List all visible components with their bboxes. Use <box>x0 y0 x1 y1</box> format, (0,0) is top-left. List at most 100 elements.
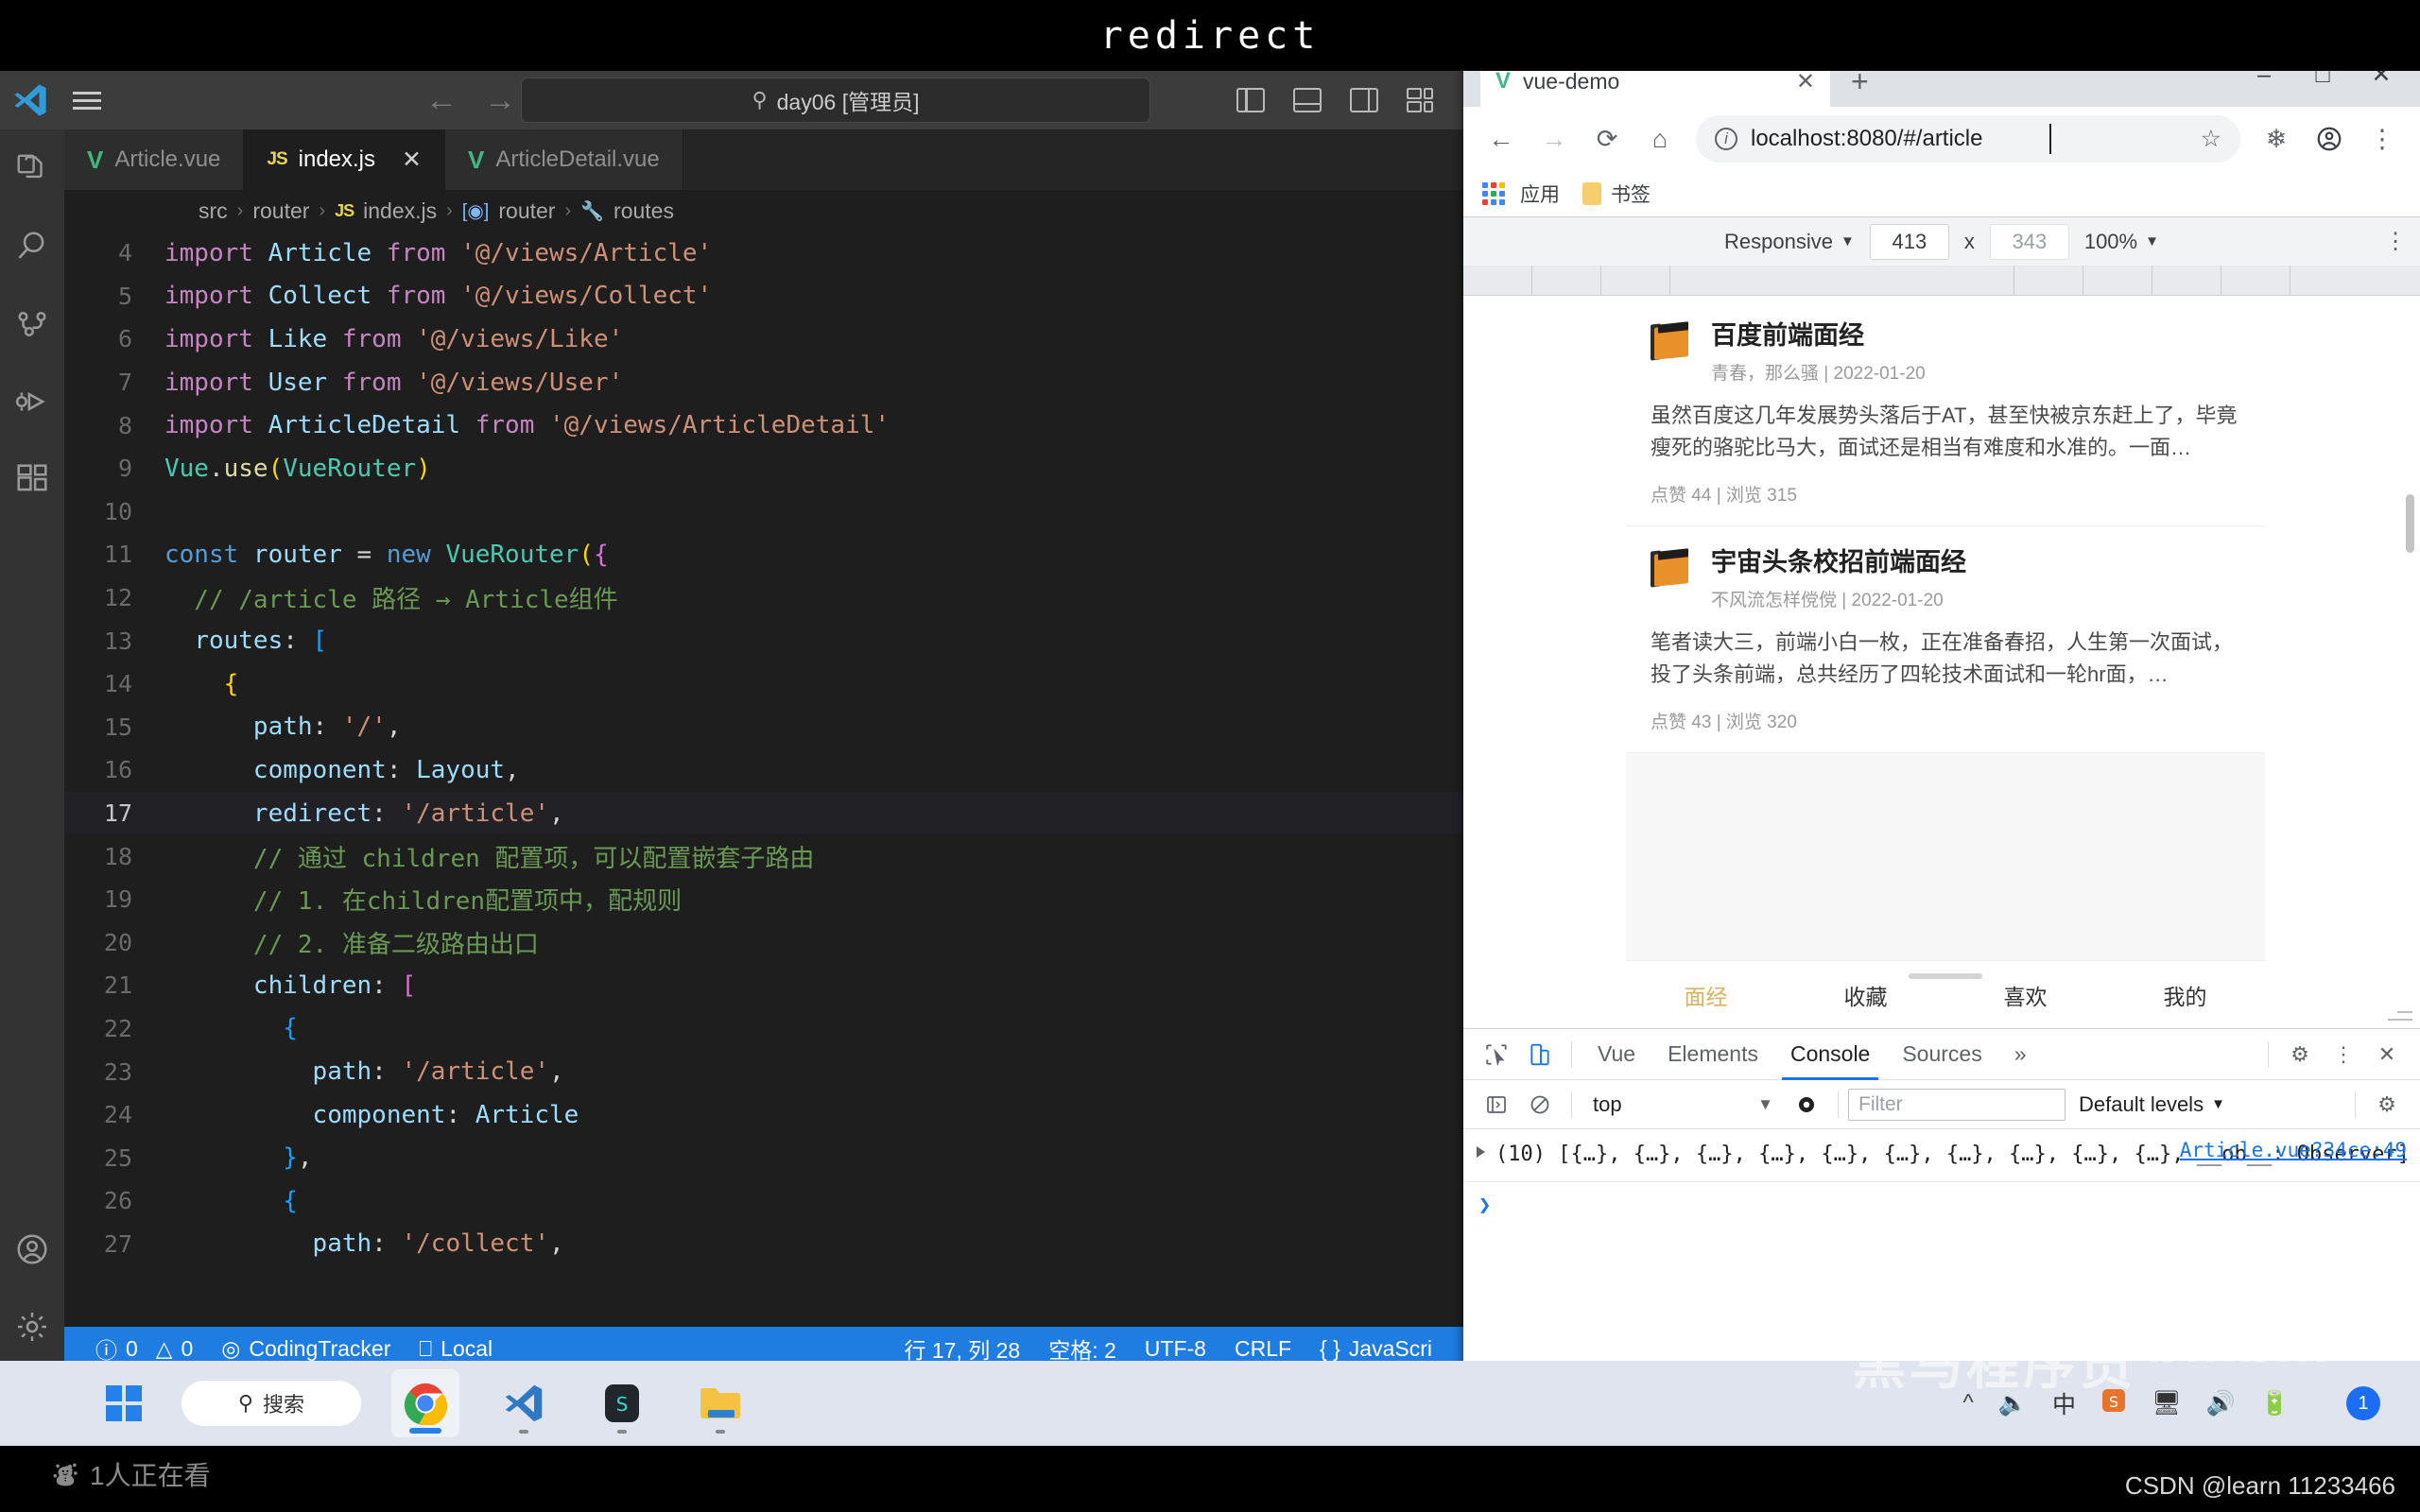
editor-tab-index-js[interactable]: JS index.js ✕ <box>244 129 445 190</box>
code-line[interactable]: 7 import User from '@/views/User' <box>64 361 1463 404</box>
device-height-input[interactable] <box>1989 223 2069 260</box>
browser-tab-vue-demo[interactable]: V vue-demo ✕ <box>1480 71 1830 107</box>
microphone-icon[interactable]: 🔈 <box>1998 1390 2028 1418</box>
editor-tab-articledetail-vue[interactable]: V ArticleDetail.vue <box>444 129 683 190</box>
clear-console-icon[interactable] <box>1518 1084 1562 1125</box>
code-line[interactable]: 4 import Article from '@/views/Article' <box>64 232 1463 275</box>
arrow-left-icon[interactable]: ← <box>1475 112 1528 165</box>
devtools-tab-console[interactable]: Console <box>1774 1029 1886 1080</box>
code-line[interactable]: 23 path: '/article', <box>64 1050 1463 1093</box>
bookmark-apps[interactable]: 应用 <box>1520 180 1560 208</box>
notification-badge[interactable]: 1 <box>2346 1386 2380 1420</box>
devtools-tab-elements[interactable]: Elements <box>1651 1029 1774 1080</box>
console-message-source[interactable]: Article.vue?34ce:49 <box>2180 1137 2407 1164</box>
code-line[interactable]: 20 // 2. 准备二级路由出口 <box>64 921 1463 965</box>
sogou-input-icon[interactable]: S <box>2100 1387 2127 1420</box>
console-message[interactable]: Article.vue?34ce:49 (10) [{…}, {…}, {…},… <box>1463 1129 2420 1182</box>
toggle-secondary-sidebar-icon[interactable] <box>1350 88 1378 112</box>
taskbar-app-file-explorer[interactable] <box>686 1369 754 1437</box>
battery-icon[interactable]: 🔋 <box>2260 1390 2290 1418</box>
search-icon[interactable] <box>13 228 51 266</box>
console-filter-input[interactable]: Filter <box>1848 1088 2066 1121</box>
console-context-selector[interactable]: top ▼ <box>1582 1092 1785 1117</box>
status-coding-tracker[interactable]: ◎ CodingTracker <box>207 1336 405 1362</box>
code-line[interactable]: 15 path: '/', <box>64 706 1463 749</box>
app-tab-shoucang[interactable]: 收藏 <box>1786 979 1945 1011</box>
breadcrumb-item-router-symbol[interactable]: router <box>498 198 555 224</box>
puzzle-icon[interactable]: ❄ <box>2250 112 2303 165</box>
article-card[interactable]: 百度前端面经 青春，那么骚 | 2022-01-20 虽然百度这几年发展势头落后… <box>1626 296 2265 526</box>
breadcrumb-item-routes[interactable]: routes <box>614 198 674 224</box>
devtools-tab-sources[interactable]: Sources <box>1886 1029 1997 1080</box>
code-line[interactable]: 11 const router = new VueRouter({ <box>64 533 1463 576</box>
inspect-cursor-icon[interactable] <box>1475 1034 1518 1075</box>
code-line[interactable]: 26 { <box>64 1179 1463 1223</box>
kebab-menu-icon[interactable]: ⋮ <box>2384 228 2407 255</box>
account-circle-icon[interactable] <box>2303 112 2356 165</box>
viewport-resize-corner[interactable] <box>2388 996 2412 1021</box>
app-tab-mianjing[interactable]: 面经 <box>1626 979 1786 1011</box>
address-bar[interactable]: i localhost:8080/#/article ☆ <box>1696 115 2240 163</box>
console-prompt[interactable]: ❯ <box>1463 1182 2420 1217</box>
chevron-double-right-icon[interactable]: » <box>1998 1029 2043 1080</box>
status-cursor-position[interactable]: 行 17, 列 28 <box>890 1332 1034 1365</box>
close-icon[interactable]: ✕ <box>2352 71 2411 95</box>
device-toolbar-icon[interactable] <box>1518 1034 1562 1075</box>
device-zoom-selector[interactable]: 100% ▼ <box>2084 230 2159 254</box>
code-line[interactable]: 6 import Like from '@/views/Like' <box>64 318 1463 361</box>
toggle-primary-sidebar-icon[interactable] <box>1236 88 1265 112</box>
arrow-right-icon[interactable]: → <box>1528 112 1581 165</box>
display-icon[interactable]: 🖥 <box>2152 1390 2182 1418</box>
apps-grid-icon[interactable] <box>1482 182 1505 205</box>
star-icon[interactable]: ☆ <box>2201 125 2221 153</box>
home-icon[interactable]: ⌂ <box>1634 112 1686 165</box>
code-line[interactable]: 8 import ArticleDetail from '@/views/Arti… <box>64 404 1463 447</box>
taskbar-app-vscode[interactable] <box>490 1369 558 1437</box>
code-line[interactable]: 17 redirect: '/article', <box>64 791 1463 835</box>
run-and-debug-icon[interactable] <box>13 383 51 421</box>
close-icon[interactable]: ✕ <box>402 146 422 174</box>
device-selector[interactable]: Responsive ▼ <box>1724 230 1855 254</box>
breadcrumb-item-index-js[interactable]: index.js <box>363 198 437 224</box>
status-encoding[interactable]: UTF-8 <box>1131 1336 1220 1362</box>
code-line[interactable]: 18 // 通过 children 配置项，可以配置嵌套子路由 <box>64 834 1463 878</box>
arrow-right-icon[interactable]: → <box>484 84 516 116</box>
maximize-icon[interactable]: □ <box>2293 71 2352 95</box>
reload-icon[interactable]: ⟳ <box>1581 112 1634 165</box>
customize-layout-icon[interactable] <box>1407 88 1435 112</box>
close-icon[interactable]: ✕ <box>2365 1034 2409 1075</box>
viewport-scrollbar[interactable] <box>2406 494 2414 553</box>
code-line[interactable]: 14 { <box>64 662 1463 706</box>
toggle-panel-icon[interactable] <box>1293 88 1322 112</box>
kebab-menu-icon[interactable]: ⋮ <box>2322 1034 2365 1075</box>
status-problems[interactable]: ⓘ 0 △ 0 <box>81 1332 207 1365</box>
extensions-icon[interactable] <box>13 460 51 498</box>
accounts-icon[interactable] <box>13 1230 51 1268</box>
devtools-tab-vue[interactable]: Vue <box>1582 1029 1651 1080</box>
status-remote-local[interactable]: ⎕ Local <box>405 1336 507 1362</box>
info-circle-icon[interactable]: i <box>1715 128 1737 150</box>
triangle-right-icon[interactable] <box>1477 1146 1485 1158</box>
explorer-icon[interactable] <box>13 150 51 188</box>
article-card[interactable]: 宇宙头条校招前端面经 不风流怎样傥傥 | 2022-01-20 笔者读大三，前端… <box>1626 525 2265 753</box>
show-sidebar-icon[interactable] <box>1475 1084 1518 1125</box>
breadcrumb-item-router[interactable]: router <box>252 198 309 224</box>
code-line[interactable]: 10 <box>64 490 1463 534</box>
code-line[interactable]: 19 // 1. 在children配置项中，配规则 <box>64 878 1463 921</box>
show-hidden-icons-icon[interactable]: ^ <box>1963 1390 1974 1417</box>
volume-icon[interactable]: 🔊 <box>2206 1390 2236 1418</box>
live-expression-icon[interactable] <box>1785 1084 1828 1125</box>
code-line[interactable]: 12 // /article 路径 → Article组件 <box>64 576 1463 620</box>
breadcrumb-item-src[interactable]: src <box>199 198 228 224</box>
ime-chinese-icon[interactable]: 中 <box>2052 1386 2076 1420</box>
new-tab-button[interactable]: + <box>1851 71 1869 99</box>
code-line[interactable]: 27 path: '/collect', <box>64 1223 1463 1266</box>
code-line[interactable]: 25 }, <box>64 1136 1463 1179</box>
windows-logo-icon[interactable] <box>106 1385 142 1421</box>
source-control-icon[interactable] <box>13 305 51 343</box>
gear-icon[interactable]: ⚙ <box>2278 1034 2322 1075</box>
close-icon[interactable]: ✕ <box>1796 71 1815 95</box>
bookmark-shuqian[interactable]: 书签 <box>1611 180 1651 208</box>
settings-gear-icon[interactable] <box>13 1308 51 1346</box>
status-eol[interactable]: CRLF <box>1220 1336 1305 1362</box>
